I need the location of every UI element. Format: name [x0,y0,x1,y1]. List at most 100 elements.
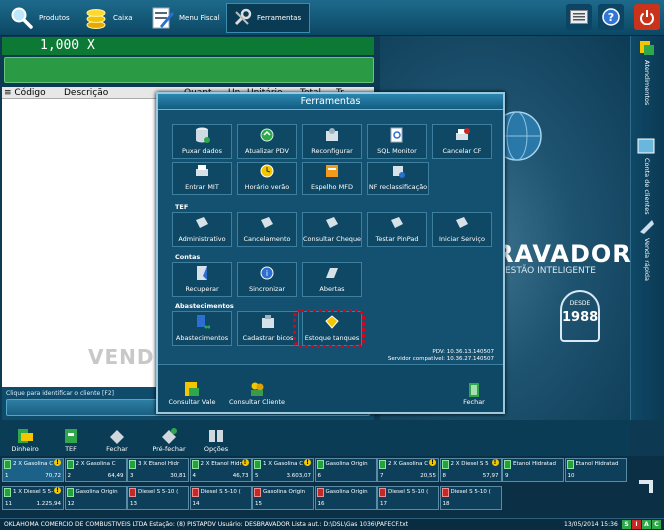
pump-number: 1 [5,473,9,479]
sidebar-tab-atendimentos[interactable]: Atendimentos [635,38,661,134]
nf-reclassificacao-button[interactable]: NF reclassificação [367,162,429,195]
power-button[interactable] [634,4,660,30]
consultar-cliente-button[interactable]: Consultar Cliente [224,365,290,409]
power-icon [640,10,654,25]
ferramentas-dialog: Ferramentas Puxar dados Atualizar PDV Re… [156,92,505,414]
pump-number: 13 [130,501,137,507]
pump-status-icon [504,460,511,469]
pump-tile[interactable]: Etanol Hidratad 10 [564,458,627,482]
pinpad-start-icon [456,217,468,228]
dialog-footer: Consultar Vale Consultar Cliente Fechar [158,364,503,412]
pump-tile[interactable]: 2 X Gasolina C 7 20,55! [377,458,439,482]
opcoes-button[interactable]: Opções [198,420,234,456]
iniciar-servico-button[interactable]: Iniciar Serviço [432,212,492,247]
cancelar-cf-button[interactable]: Cancelar CF [432,124,492,159]
pump-tile[interactable]: Diesel S 5-10 (13 [127,486,189,510]
pump-tile[interactable]: Gasolina Origin 12 [64,486,127,510]
pump-tile[interactable]: 2 X Etanol Hidr 4 46,73! [189,458,252,482]
nozzle-icon [262,315,274,328]
tef-administrativo-button[interactable]: Administrativo [172,212,232,247]
status-flag-s: S [622,520,631,529]
cadastrar-bicos-button[interactable]: Cadastrar bicos [237,311,299,346]
horario-verao-button[interactable]: Horário verão [237,162,297,195]
pump-tile[interactable]: 2 X Gasolina C 1 70,72! [2,458,64,482]
sincronizar-button[interactable]: i Sincronizar [237,262,297,297]
iniciar-servico-label: Iniciar Serviço [439,235,485,243]
tef-cancelamento-button[interactable]: Cancelamento [237,212,297,247]
pump-tile[interactable]: Gasolina Origin 16 [314,486,377,510]
dialog-close-button[interactable]: Fechar [454,365,494,409]
menu-fiscal-button[interactable]: Menu Fiscal [144,3,226,33]
pump-product: Etanol Hidratad [575,461,619,467]
pump-product: Diesel S 5-10 ( [450,489,491,495]
pump-number: 14 [192,501,200,507]
quantity-display: 1,000 X [2,37,374,55]
pump-panel: 2 X Gasolina C 1 70,72! 2 X Gasolina C 2 64,4… [0,456,664,518]
pre-fechar-button[interactable]: Pré-fechar [144,420,194,456]
espelho-mfd-button[interactable]: Espelho MFD [302,162,362,195]
testar-pinpad-label: Testar PinPad [375,235,419,243]
abertas-button[interactable]: Abertas [302,262,362,297]
client-icon [251,382,264,396]
pump-tile[interactable]: 3 X Etanol Hidr 3 30,81 [127,458,189,482]
pump-product: Gasolina Origin [75,489,118,495]
testar-pinpad-button[interactable]: Testar PinPad [367,212,427,247]
pump-product: Gasolina Origin [325,461,368,467]
pump-number: 11 [5,501,12,507]
pump-status-icon [441,460,449,469]
ferramentas-button[interactable]: Ferramentas [226,3,310,33]
sql-monitor-button[interactable]: SQL Monitor [367,124,427,159]
tef-section-label: TEF [175,203,189,211]
entrar-mit-button[interactable]: Entrar MIT [172,162,232,195]
abastecimentos-section-label: Abastecimentos [175,302,234,310]
pinpad-test-icon [391,217,403,228]
pump-tile[interactable]: Diesel S 5-10 (18 [439,486,502,510]
pump-tile[interactable]: Diesel S 5-10 (17 [377,486,439,510]
sidebar-tab-conta-clientes[interactable]: Conta de clientes [635,136,661,216]
pump-tile[interactable]: Gasolina Origin 6 [314,458,377,482]
abastecimentos-label: Abastecimentos [175,334,229,342]
pre-fechar-icon [162,428,177,444]
consultar-cheque-button[interactable]: Consultar Cheque [302,212,362,247]
menu-fiscal-label: Menu Fiscal [179,14,220,22]
pdv-version: PDV: 10.36.13.140507 [432,349,494,355]
tef-button[interactable]: TEF [50,420,92,456]
recuperar-button[interactable]: Recuperar [172,262,232,297]
consultar-vale-button[interactable]: Consultar Vale [162,365,222,409]
help-button[interactable]: ? [598,4,624,30]
abastecimentos-button[interactable]: Abastecimentos [172,311,232,346]
atualizar-pdv-button[interactable]: Atualizar PDV [237,124,297,159]
pump-tile[interactable]: 1 X Gasolina C 5 3.603,07! [252,458,314,482]
produtos-button[interactable]: Produtos [4,3,76,33]
pump-tile[interactable]: 1 X Diesel S 5- 11 1.225,94! [2,486,64,510]
database-icon [196,127,210,143]
sidebar-tab-venda-rapida[interactable]: Venda rápida [635,218,661,298]
warning-icon: ! [429,459,436,466]
consultar-cliente-label: Consultar Cliente [228,398,286,406]
venda-rapida-label: Venda rápida [643,238,651,281]
keyboard-button[interactable] [566,4,592,30]
printer-icon [196,165,208,176]
pump-tile[interactable]: 2 X Gasolina C 2 64,49 [64,458,127,482]
pump-product: 1 X Diesel S 5- [13,489,54,495]
tef-administrativo-label: Administrativo [178,235,226,243]
pump-status-icon [66,488,74,497]
pump-status-icon [191,460,199,469]
product-entry-field[interactable] [4,57,374,83]
pump-panel-toggle[interactable] [636,476,656,496]
pump-number: 2 [67,473,72,479]
puxar-dados-button[interactable]: Puxar dados [172,124,232,159]
pump-product: Gasolina Origin [263,489,306,495]
dinheiro-button[interactable]: Dinheiro [4,420,46,456]
pump-tile[interactable]: 2 X Diesel S 5 8 57,97! [439,458,502,482]
pump-number: 3 [130,473,134,479]
caixa-button[interactable]: Caixa [78,3,139,33]
recover-icon [197,266,207,280]
fechar-venda-button[interactable]: Fechar [96,420,138,456]
pump-tile[interactable]: Diesel S 5-10 (14 [189,486,252,510]
warning-icon: ! [241,459,249,466]
pump-tile[interactable]: Gasolina Origin 15 [252,486,314,510]
reconfigurar-button[interactable]: Reconfigurar [302,124,362,159]
pump-tile[interactable]: Etanol Hidratad 9 [502,458,564,482]
pinpad-cancel-icon [261,217,273,228]
